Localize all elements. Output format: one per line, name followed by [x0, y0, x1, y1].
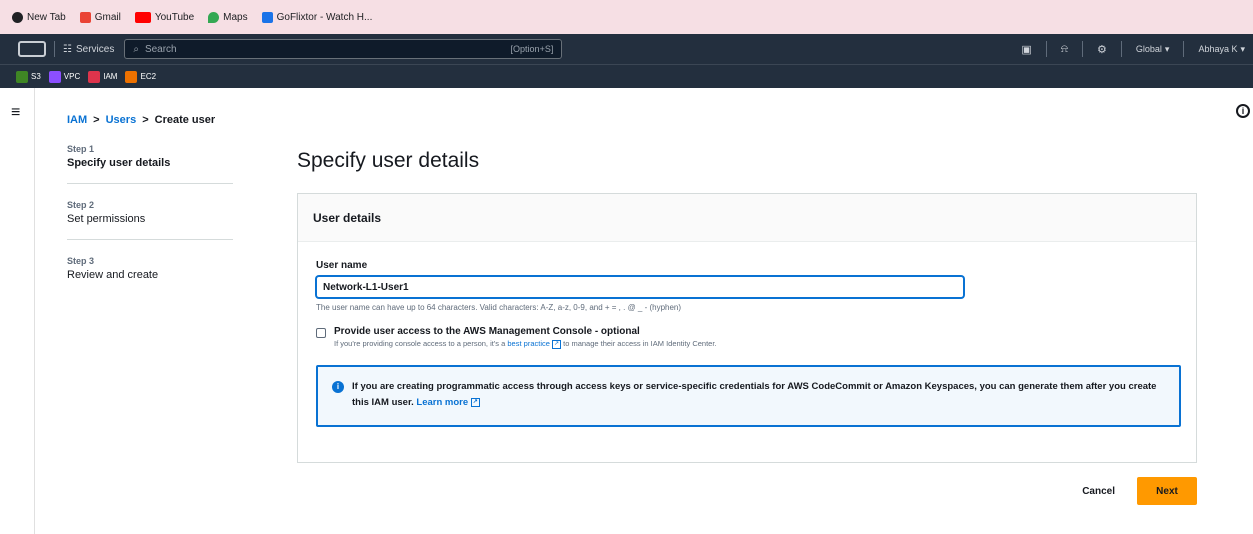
external-link-icon: ↗	[470, 397, 480, 407]
gmail-icon	[79, 11, 91, 23]
breadcrumb-iam[interactable]: IAM	[67, 114, 87, 126]
card-header: User details	[298, 194, 1196, 242]
vpc-icon	[48, 70, 61, 83]
nav-divider	[54, 41, 55, 57]
bookmark-icon	[261, 11, 273, 23]
user-details-card: User details User name The user name can…	[297, 193, 1197, 463]
console-access-checkbox[interactable]	[316, 328, 326, 338]
aws-logo-icon[interactable]	[18, 41, 46, 57]
s3-icon	[16, 70, 28, 83]
card-body: User name The user name can have up to 6…	[298, 242, 1196, 427]
nav-divider	[1183, 41, 1185, 57]
bell-icon[interactable]: ⍾	[1061, 43, 1068, 56]
step-title: Set permissions	[67, 213, 146, 225]
best-practice-link[interactable]: best practice	[507, 339, 550, 348]
cancel-button[interactable]: Cancel	[1082, 486, 1115, 497]
next-button[interactable]: Next	[1137, 477, 1197, 505]
iam-icon	[88, 70, 101, 83]
nav-divider	[1120, 41, 1122, 57]
learn-more-link[interactable]: Learn more	[416, 397, 468, 408]
search-input[interactable]: ⌕ Search [Option+S]	[124, 39, 563, 59]
services-menu[interactable]: ☷ Services	[63, 44, 114, 55]
nav-right-group: ▣ ⍾ ⚙ Global ▾ Abhaya K ▾	[1021, 34, 1245, 64]
favorite-vpc[interactable]: VPC	[48, 70, 80, 83]
bookmark-maps[interactable]: Maps	[208, 11, 248, 23]
search-icon: ⌕	[133, 43, 139, 55]
step-title: Review and create	[67, 269, 159, 281]
breadcrumb: IAM > Users > Create user	[67, 114, 215, 126]
nav-divider	[1045, 41, 1047, 57]
chevron-right-icon: >	[142, 114, 149, 126]
step-title: Specify user details	[67, 157, 171, 169]
username-label: User name	[316, 260, 368, 271]
step-number: Step 3	[67, 256, 95, 266]
bookmark-new-tab[interactable]: New Tab	[12, 11, 66, 23]
favorite-ec2[interactable]: EC2	[125, 70, 156, 83]
gear-icon[interactable]: ⚙	[1097, 43, 1107, 56]
step-number: Step 2	[67, 200, 95, 210]
console-access-label[interactable]: Provide user access to the AWS Managemen…	[334, 326, 717, 337]
username-hint: The user name can have up to 64 characte…	[316, 303, 682, 312]
step-number: Step 1	[67, 144, 95, 154]
step-1: Step 1 Specify user details	[67, 144, 233, 184]
bookmark-youtube[interactable]: YouTube	[134, 11, 194, 23]
ec2-icon	[125, 70, 138, 83]
breadcrumb-current: Create user	[154, 114, 216, 126]
page-title: Specify user details	[297, 149, 480, 172]
info-icon: i	[332, 380, 344, 393]
step-3: Step 3 Review and create	[67, 256, 233, 295]
info-icon[interactable]: i	[1236, 104, 1250, 118]
globe-icon	[12, 11, 23, 23]
favorite-s3[interactable]: S3	[16, 70, 41, 83]
info-alert: i If you are creating programmatic acces…	[316, 364, 1181, 427]
favorite-iam[interactable]: IAM	[88, 70, 117, 83]
bookmarks-bar: New Tab Gmail YouTube Maps GoFlixtor - W…	[0, 0, 1253, 34]
wizard-steps: Step 1 Specify user details Step 2 Set p…	[67, 144, 233, 311]
username-input[interactable]	[316, 276, 964, 298]
chevron-down-icon: ▾	[1164, 43, 1170, 54]
youtube-icon	[134, 11, 151, 23]
region-selector[interactable]: Global ▾	[1136, 44, 1170, 55]
breadcrumb-users[interactable]: Users	[106, 114, 137, 126]
console-access-row: Provide user access to the AWS Managemen…	[316, 326, 1178, 349]
account-menu[interactable]: Abhaya K ▾	[1198, 44, 1245, 55]
console-access-description: If you're providing console access to a …	[334, 339, 717, 349]
grid-icon: ☷	[63, 43, 72, 55]
bookmark-goflixtor[interactable]: GoFlixtor - Watch H...	[261, 11, 372, 23]
search-shortcut: [Option+S]	[510, 44, 554, 54]
wizard-actions: Cancel Next	[1082, 477, 1197, 505]
menu-icon[interactable]: ≡	[11, 104, 20, 122]
cloudshell-icon[interactable]: ▣	[1021, 43, 1031, 56]
side-divider	[34, 88, 35, 534]
maps-icon	[208, 11, 220, 23]
step-2: Step 2 Set permissions	[67, 200, 233, 240]
external-link-icon: ↗	[552, 339, 562, 349]
favorites-bar: S3 VPC IAM EC2	[0, 64, 1253, 88]
nav-divider	[1082, 41, 1084, 57]
bookmark-gmail[interactable]: Gmail	[79, 11, 121, 23]
chevron-down-icon: ▾	[1240, 43, 1245, 54]
aws-top-nav: ☷ Services ⌕ Search [Option+S] ▣ ⍾ ⚙ Glo…	[0, 34, 1253, 64]
alert-text: If you are creating programmatic access …	[352, 380, 1157, 408]
chevron-right-icon: >	[93, 114, 100, 126]
